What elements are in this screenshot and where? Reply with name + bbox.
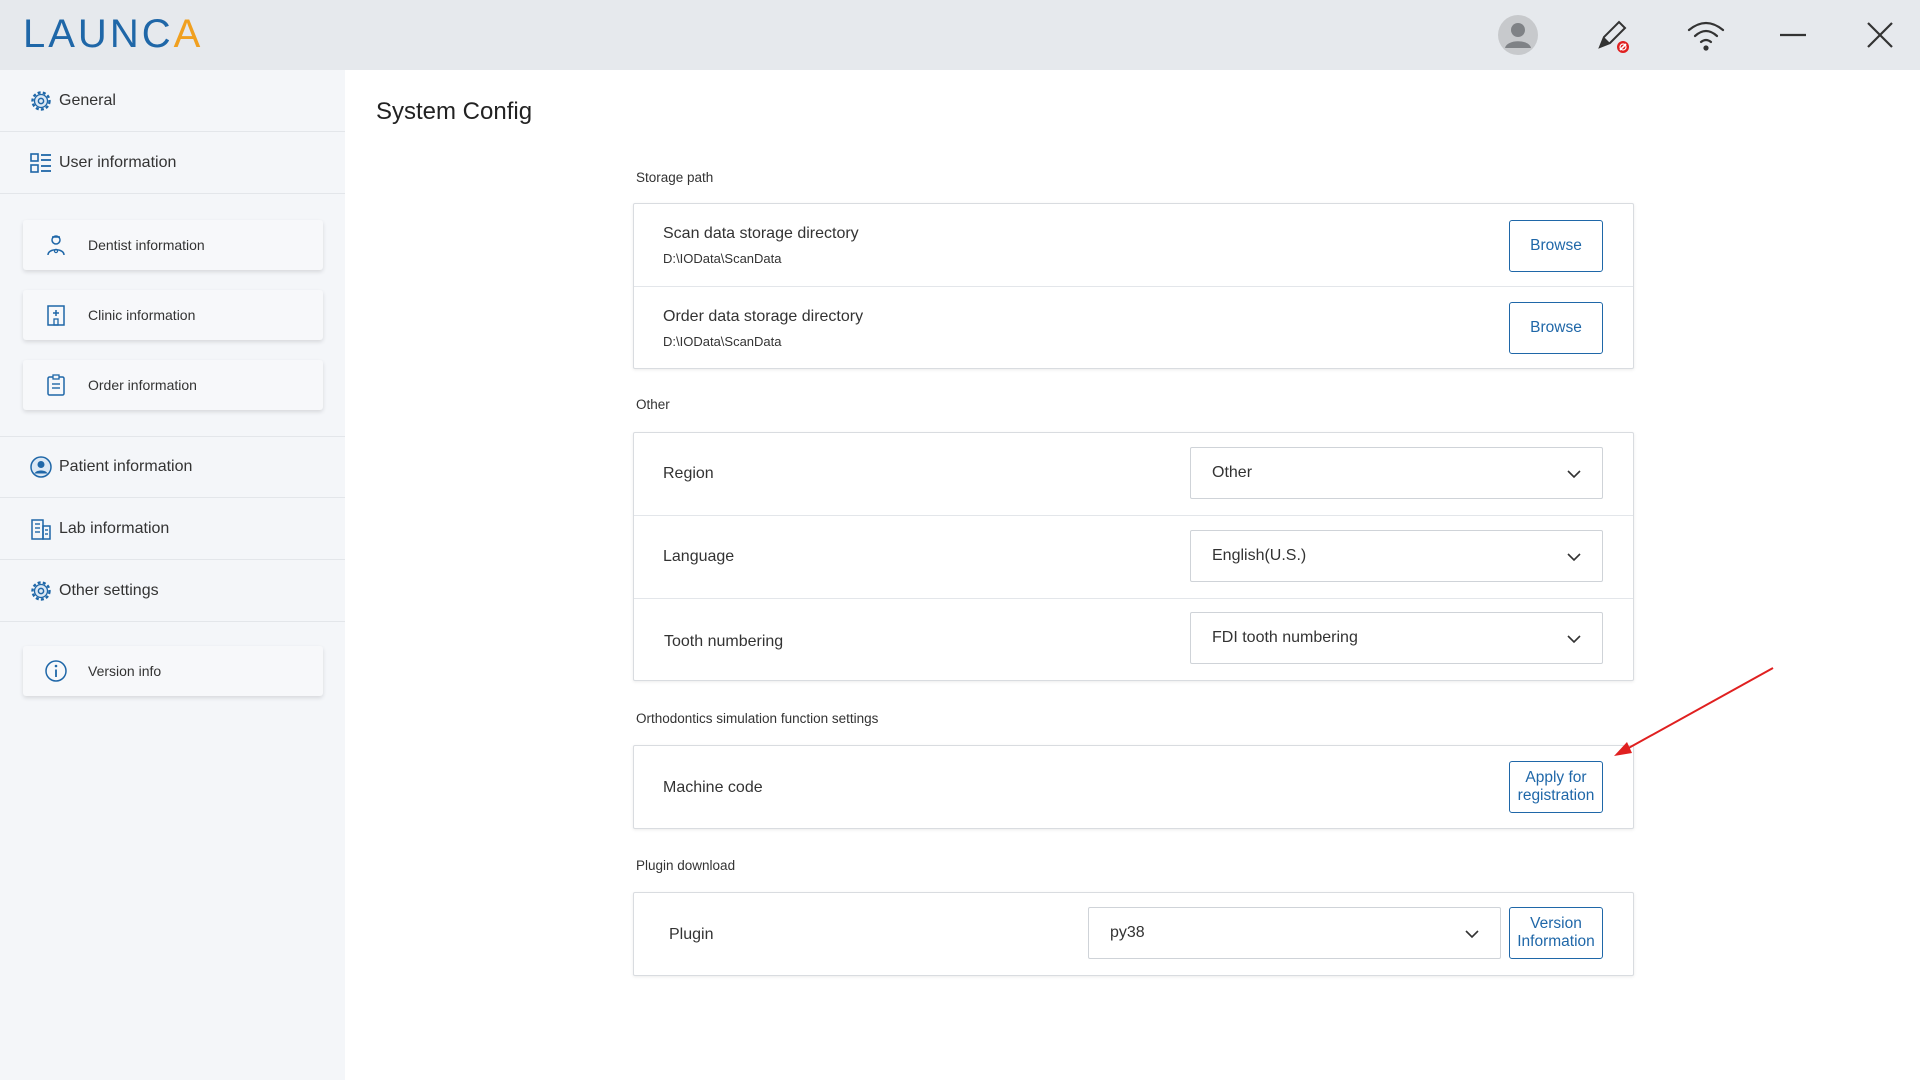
language-label: Language: [663, 548, 735, 565]
info-icon: [44, 659, 68, 683]
sidebar-item-order-information[interactable]: Order information: [23, 360, 323, 410]
section-label-other: Other: [636, 397, 670, 412]
sidebar-item-user-information[interactable]: User information: [0, 132, 345, 194]
sidebar-item-dentist-information[interactable]: Dentist information: [23, 220, 323, 270]
sidebar-item-general[interactable]: General: [0, 70, 345, 132]
language-select[interactable]: English(U.S.): [1190, 530, 1603, 582]
gear-icon: [29, 579, 53, 603]
scan-storage-row: Scan data storage directory D:\IOData\Sc…: [634, 204, 1633, 287]
region-select[interactable]: Other: [1190, 447, 1603, 499]
language-row: Language English(U.S.): [634, 516, 1633, 599]
minimize-icon[interactable]: [1771, 13, 1815, 57]
version-information-button[interactable]: Version Information: [1509, 907, 1603, 959]
gear-icon: [29, 89, 53, 113]
language-value: English(U.S.): [1212, 547, 1307, 564]
sidebar-item-lab-information[interactable]: Lab information: [0, 498, 345, 560]
apply-registration-button[interactable]: Apply for registration: [1509, 761, 1603, 813]
building-icon: [29, 517, 53, 541]
sidebar-item-other-settings[interactable]: Other settings: [0, 560, 345, 622]
page-title: System Config: [376, 98, 533, 125]
plugin-select[interactable]: py38: [1088, 907, 1501, 959]
plugin-label: Plugin: [669, 926, 714, 943]
section-label-orthodontics: Orthodontics simulation function setting…: [636, 711, 879, 726]
user-circle-icon: [29, 455, 53, 479]
sidebar-item-patient-information[interactable]: Patient information: [0, 436, 345, 498]
chevron-down-icon: [1465, 930, 1479, 939]
sidebar-item-version-info[interactable]: Version info: [23, 646, 323, 696]
sidebar-item-clinic-information[interactable]: Clinic information: [23, 290, 323, 340]
close-icon[interactable]: [1858, 13, 1902, 57]
dentist-icon: [44, 233, 68, 257]
sidebar: General User information Dentist informa: [0, 70, 345, 1080]
section-label-plugin-download: Plugin download: [636, 858, 736, 873]
scan-storage-title: Scan data storage directory: [663, 225, 859, 242]
section-label-storage-path: Storage path: [636, 170, 714, 185]
region-value: Other: [1212, 464, 1253, 481]
machine-code-label: Machine code: [663, 779, 763, 796]
app-logo: LAUNCA: [23, 12, 204, 56]
avatar-icon[interactable]: [1496, 13, 1540, 57]
order-storage-path: D:\IOData\ScanData: [663, 334, 782, 349]
storage-path-panel: Scan data storage directory D:\IOData\Sc…: [633, 203, 1634, 369]
tooth-numbering-select[interactable]: FDI tooth numbering: [1190, 612, 1603, 664]
region-row: Region Other: [634, 433, 1633, 516]
region-label: Region: [663, 465, 714, 482]
wifi-icon[interactable]: [1684, 13, 1728, 57]
tooth-numbering-label: Tooth numbering: [664, 633, 784, 650]
scan-storage-path: D:\IOData\ScanData: [663, 251, 782, 266]
grid-list-icon: [29, 151, 53, 175]
clinic-icon: [44, 303, 68, 327]
chevron-down-icon: [1567, 553, 1581, 562]
clipboard-icon: [44, 373, 68, 397]
plugin-panel: Plugin py38 Version Information: [633, 892, 1634, 976]
tooth-numbering-value: FDI tooth numbering: [1212, 629, 1358, 646]
orthodontics-panel: Machine code Apply for registration: [633, 745, 1634, 829]
plugin-value: py38: [1110, 924, 1145, 941]
pen-disconnected-icon[interactable]: [1590, 13, 1634, 57]
title-bar: LAUNCA: [0, 0, 1920, 70]
order-browse-button[interactable]: Browse: [1509, 302, 1603, 354]
chevron-down-icon: [1567, 470, 1581, 479]
scan-browse-button[interactable]: Browse: [1509, 220, 1603, 272]
plugin-row: Plugin py38 Version Information: [634, 893, 1633, 975]
other-panel: Region Other Language English(U.S.) Toot…: [633, 432, 1634, 681]
tooth-numbering-row: Tooth numbering FDI tooth numbering: [634, 599, 1633, 681]
order-storage-title: Order data storage directory: [663, 308, 864, 325]
order-storage-row: Order data storage directory D:\IOData\S…: [634, 287, 1633, 369]
chevron-down-icon: [1567, 635, 1581, 644]
machine-code-row: Machine code Apply for registration: [634, 746, 1633, 828]
